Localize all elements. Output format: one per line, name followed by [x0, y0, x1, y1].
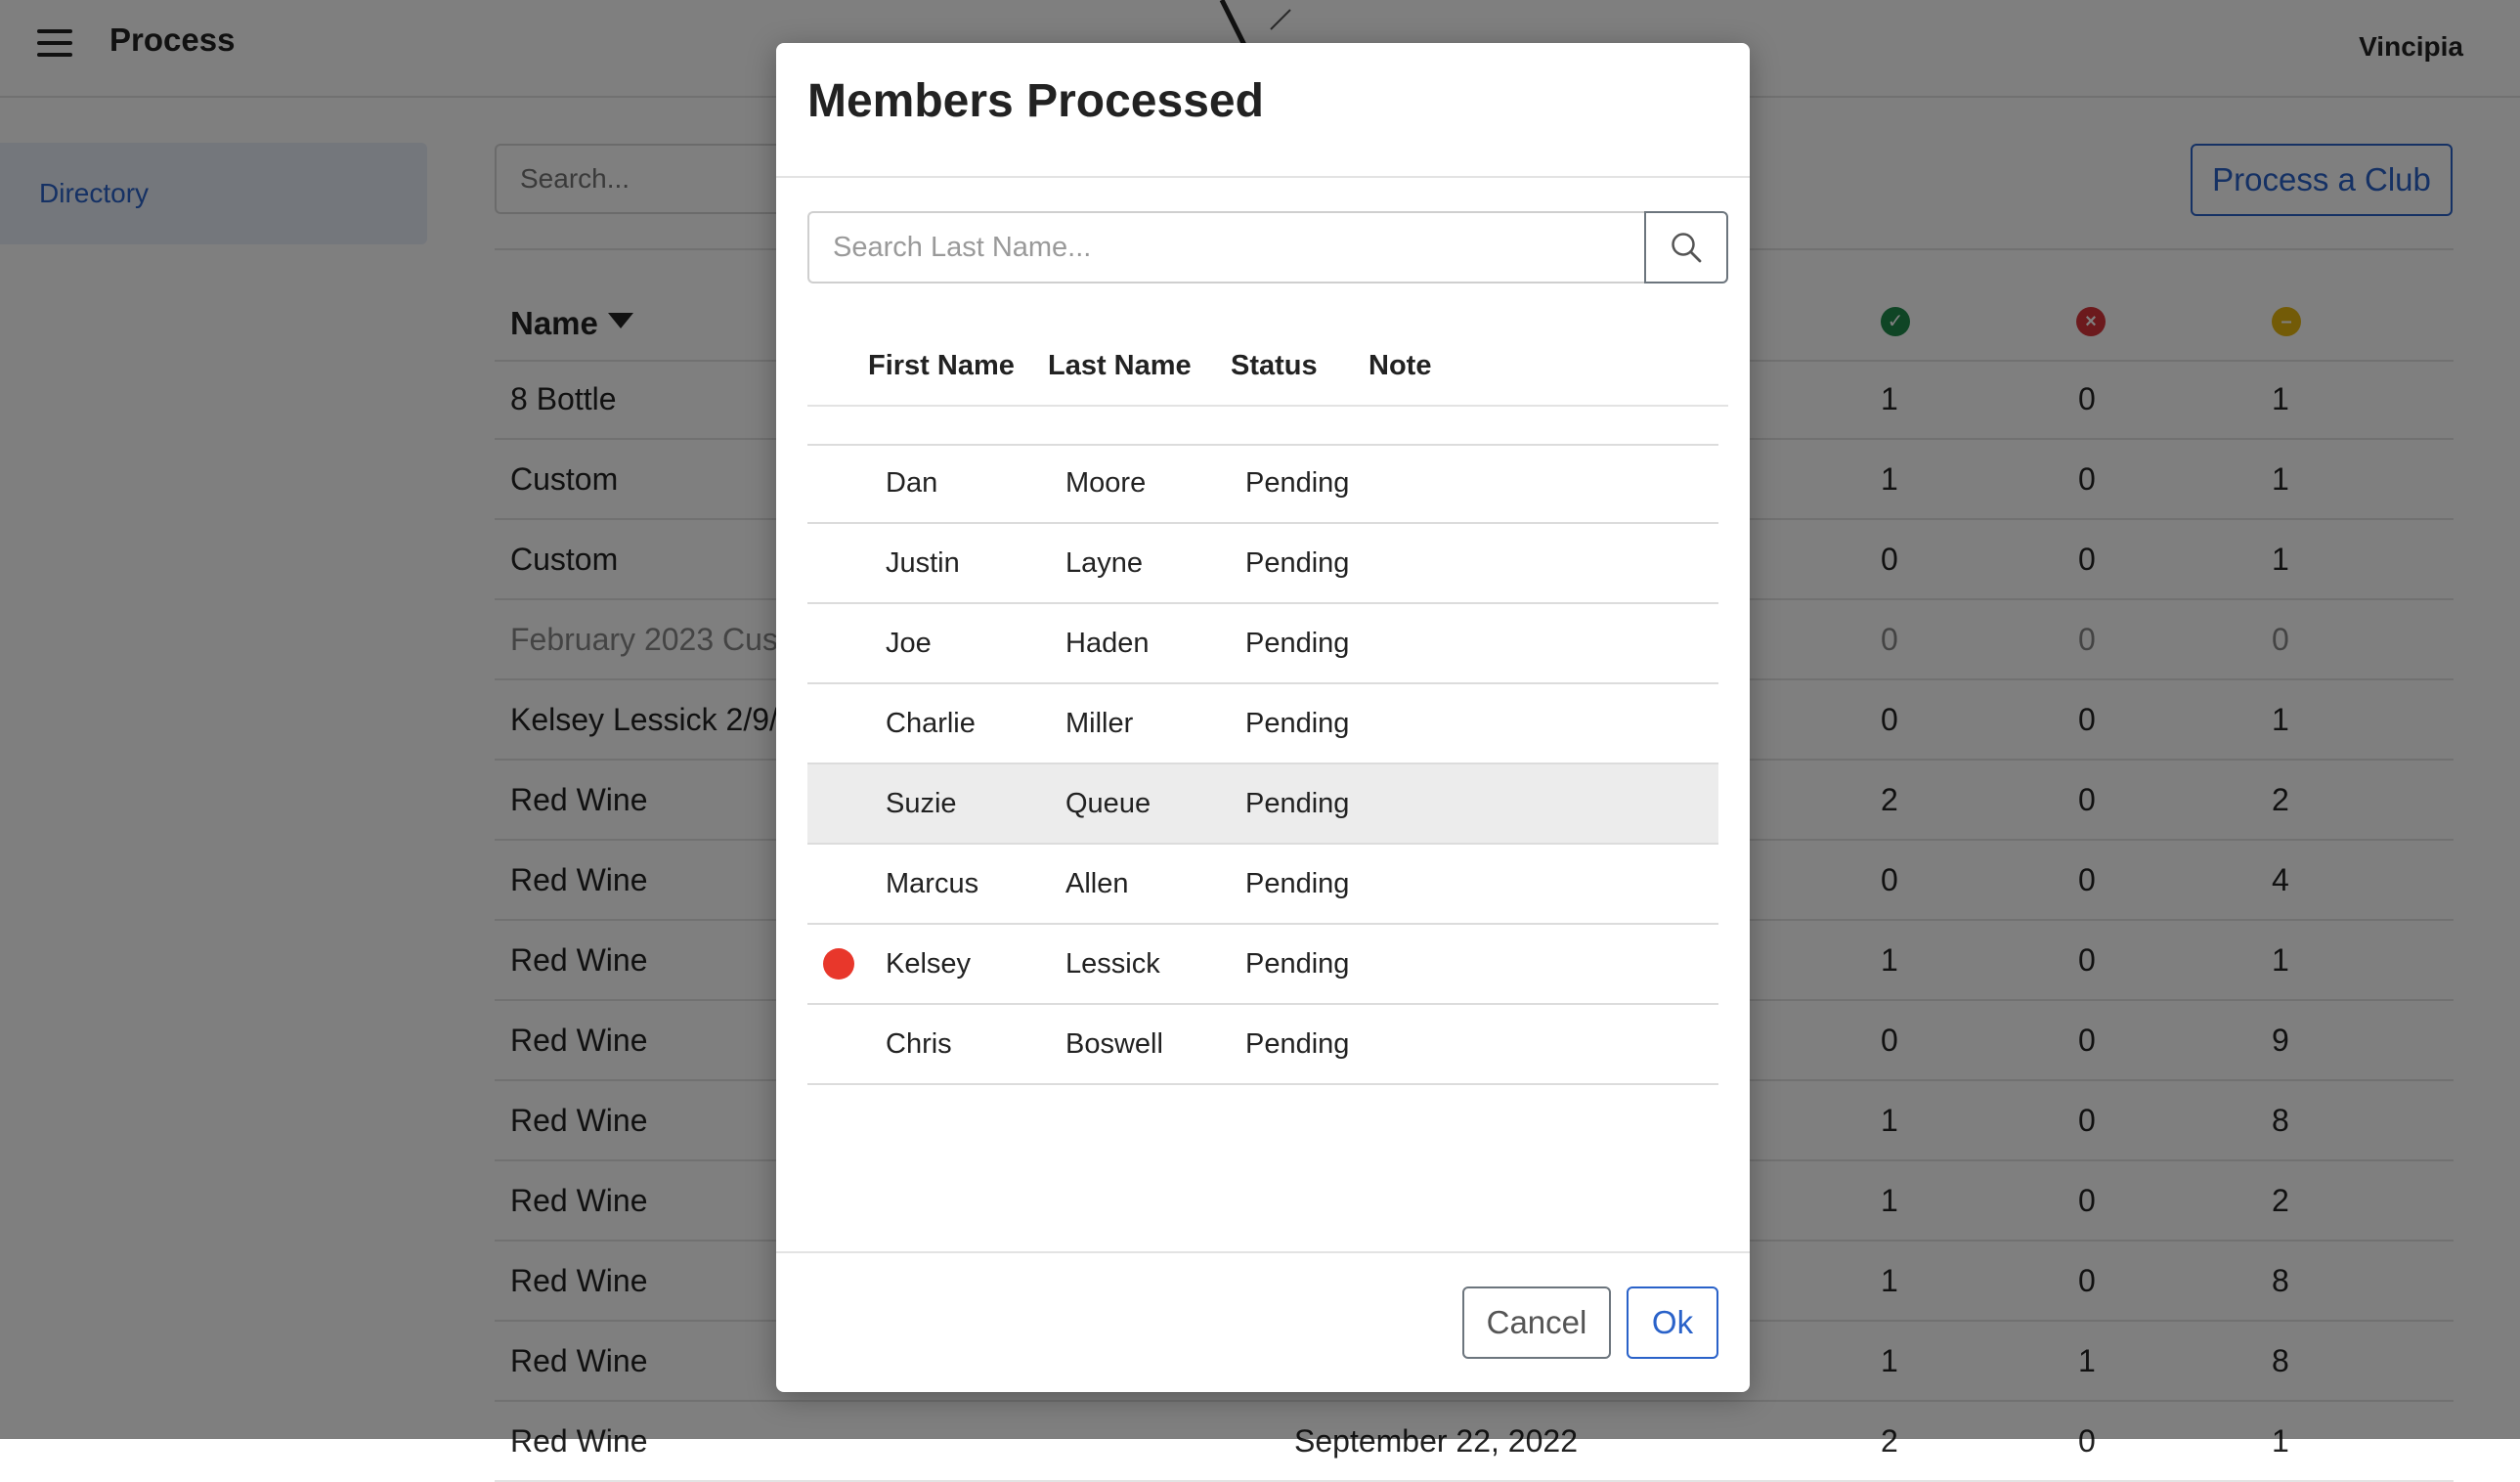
modal-title: Members Processed	[807, 75, 1264, 127]
first-name-header: First Name	[868, 350, 1015, 381]
first-name-cell: Dan	[886, 467, 938, 499]
last-name-cell: Haden	[1065, 628, 1150, 659]
table-spacer-row	[807, 407, 1718, 446]
members-table-body: Dan Moore Pending Justin Layne Pending Joe Hade…	[807, 444, 1718, 1085]
member-row[interactable]: Charlie Miller Pending	[807, 684, 1718, 764]
cancel-button[interactable]: Cancel	[1462, 1286, 1611, 1359]
status-header: Status	[1231, 350, 1318, 381]
note-header: Note	[1369, 350, 1432, 381]
member-row[interactable]: Kelsey Lessick Pending	[807, 925, 1718, 1005]
status-cell: Pending	[1245, 948, 1350, 980]
last-name-search-input[interactable]	[807, 211, 1646, 283]
member-row[interactable]: Suzie Queue Pending	[807, 764, 1718, 845]
last-name-cell: Moore	[1065, 467, 1147, 499]
member-row[interactable]: Justin Layne Pending	[807, 524, 1718, 604]
ok-button[interactable]: Ok	[1627, 1286, 1718, 1359]
first-name-cell: Justin	[886, 547, 960, 579]
members-processed-modal: Members Processed First Name Last Name S…	[776, 43, 1750, 1392]
status-cell: Pending	[1245, 708, 1350, 739]
first-name-cell: Chris	[886, 1028, 952, 1060]
divider	[776, 176, 1750, 178]
status-cell: Pending	[1245, 628, 1350, 659]
error-flag-icon	[823, 948, 854, 980]
status-cell: Pending	[1245, 1028, 1350, 1060]
last-name-header: Last Name	[1048, 350, 1192, 381]
member-row[interactable]: Dan Moore Pending	[807, 444, 1718, 524]
last-name-cell: Miller	[1065, 708, 1134, 739]
member-row[interactable]: Joe Haden Pending	[807, 604, 1718, 684]
last-name-cell: Queue	[1065, 788, 1151, 819]
last-name-cell: Lessick	[1065, 948, 1160, 980]
status-cell: Pending	[1245, 868, 1350, 899]
divider	[776, 1251, 1750, 1253]
first-name-cell: Marcus	[886, 868, 979, 899]
first-name-cell: Joe	[886, 628, 932, 659]
member-row[interactable]: Chris Boswell Pending	[807, 1005, 1718, 1085]
status-cell: Pending	[1245, 547, 1350, 579]
status-cell: Pending	[1245, 467, 1350, 499]
last-name-cell: Allen	[1065, 868, 1129, 899]
last-name-cell: Layne	[1065, 547, 1144, 579]
member-row[interactable]: Marcus Allen Pending	[807, 845, 1718, 925]
last-name-cell: Boswell	[1065, 1028, 1163, 1060]
first-name-cell: Suzie	[886, 788, 957, 819]
first-name-cell: Charlie	[886, 708, 976, 739]
first-name-cell: Kelsey	[886, 948, 972, 980]
members-table-header: First Name Last Name Status Note	[807, 327, 1728, 407]
search-button[interactable]	[1644, 211, 1728, 283]
status-cell: Pending	[1245, 788, 1350, 819]
search-icon	[1672, 233, 1702, 263]
